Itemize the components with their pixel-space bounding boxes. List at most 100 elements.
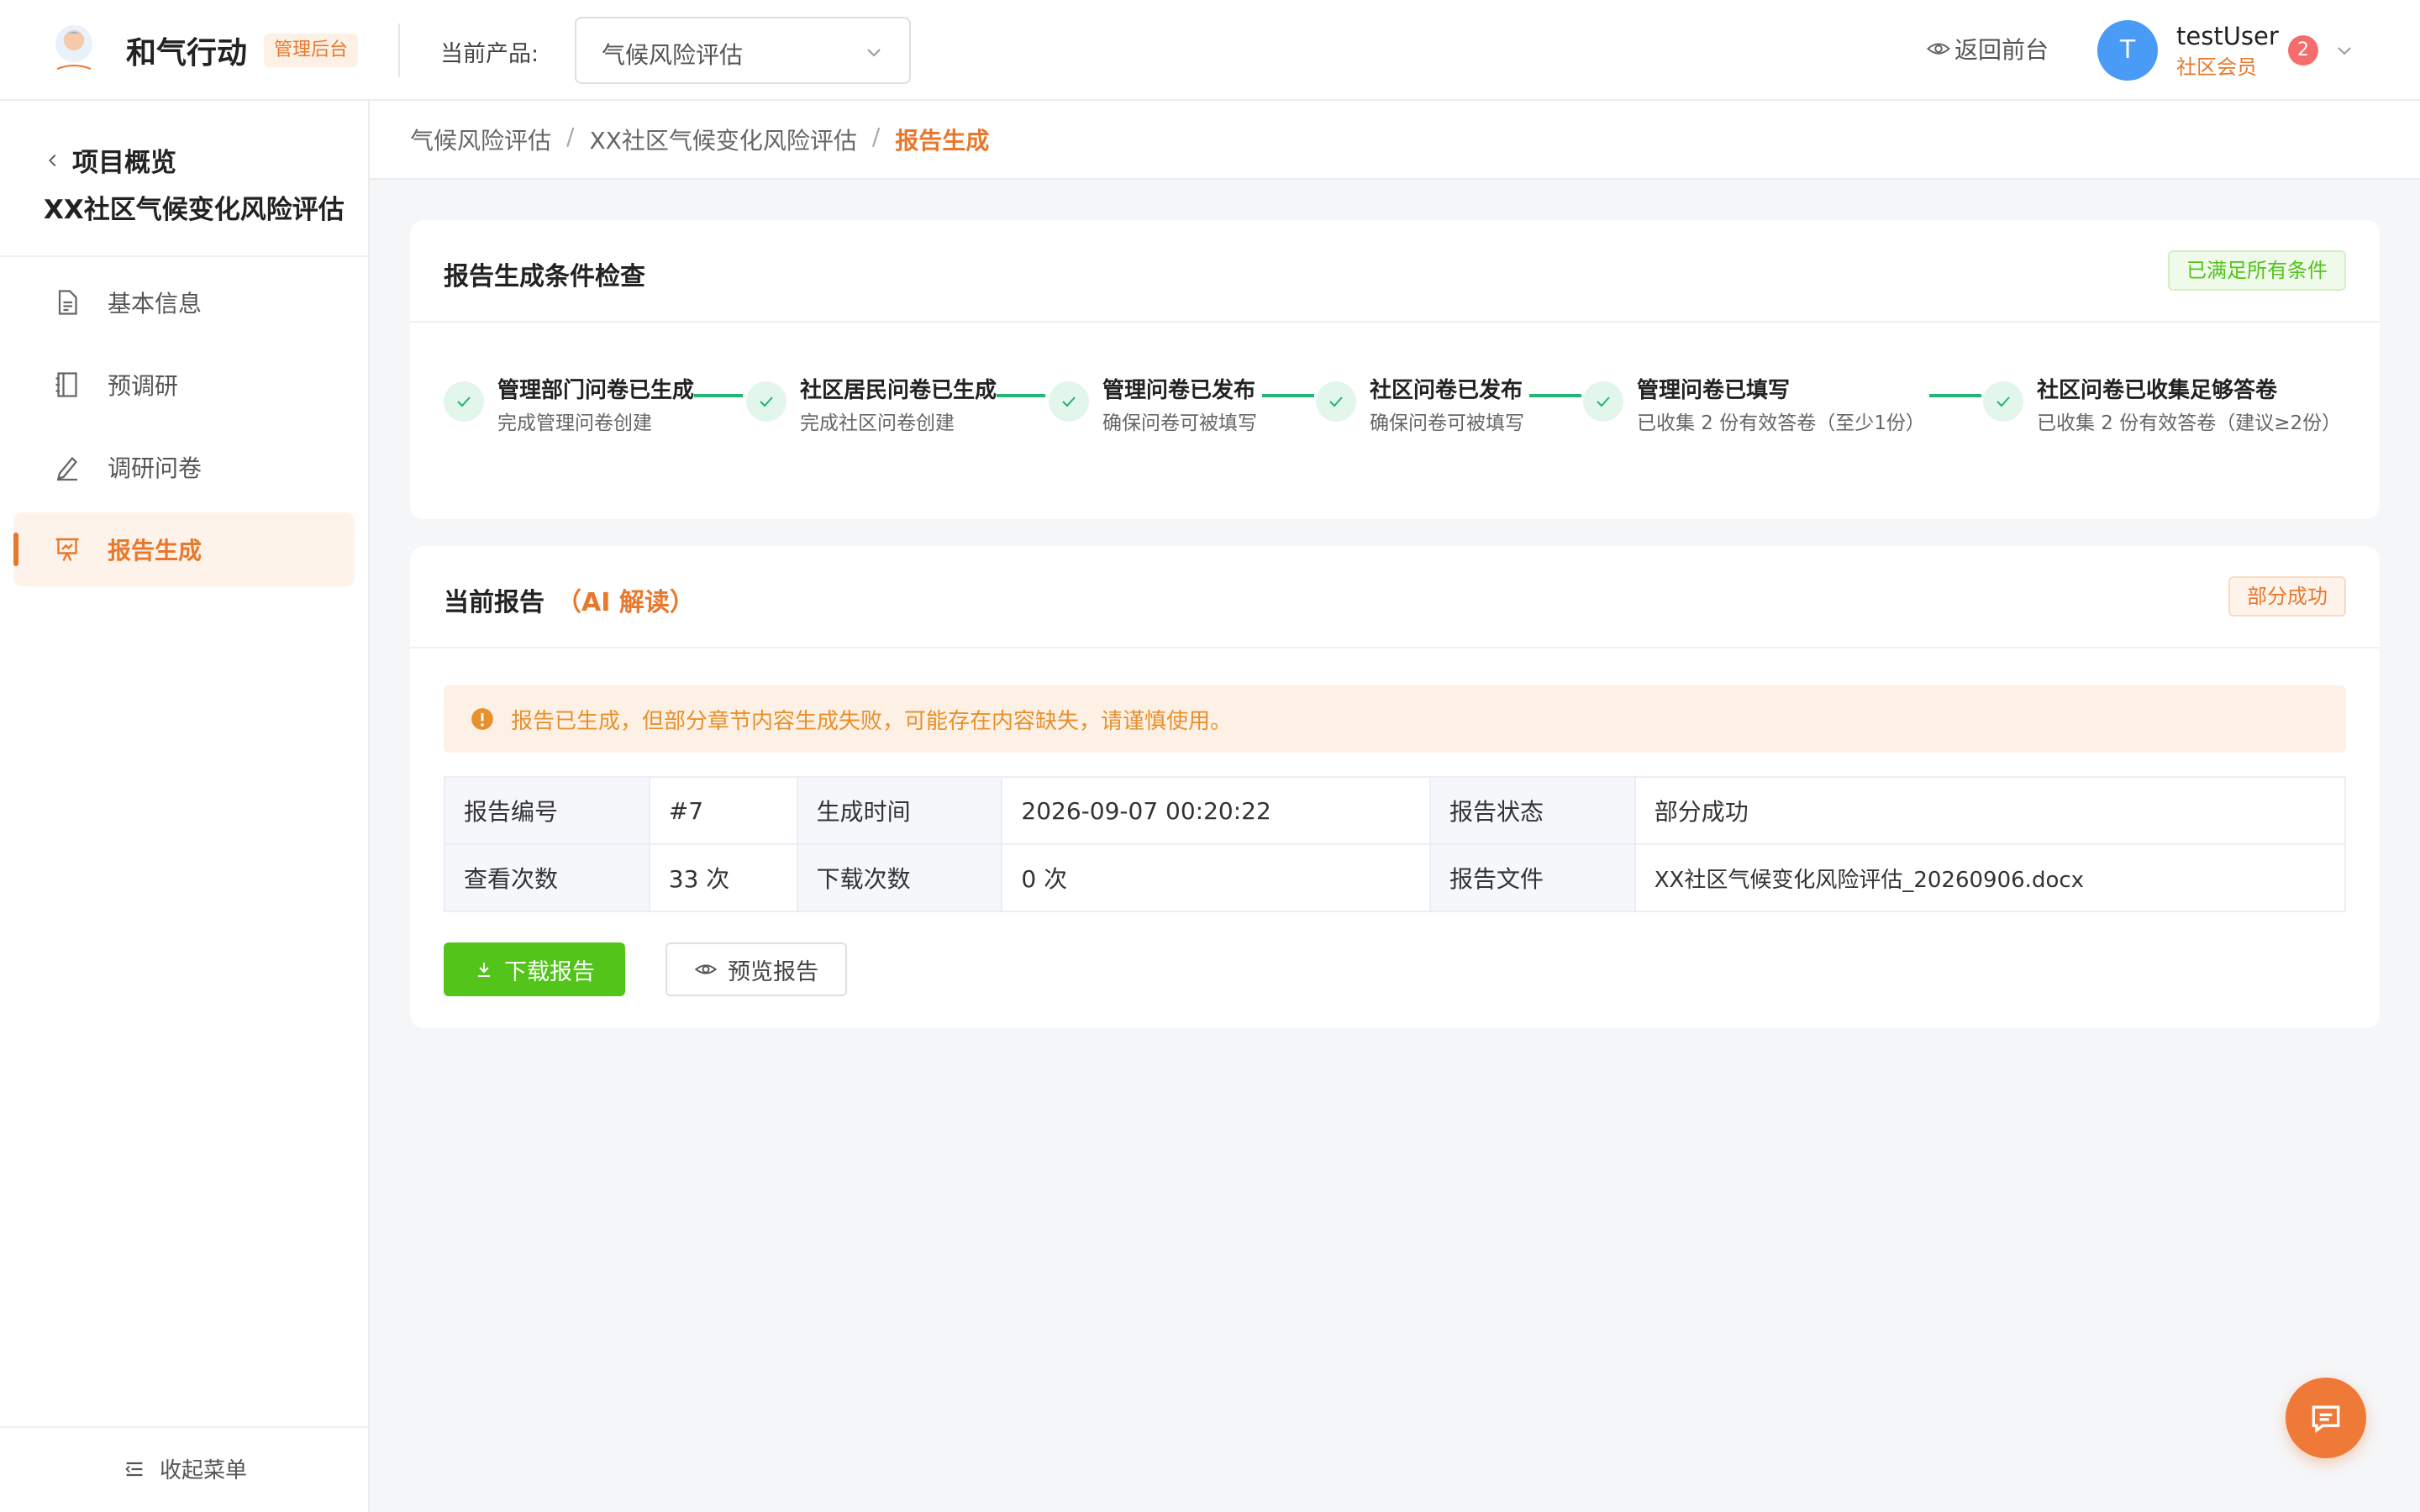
table-value: 2026-09-07 00:20:22 [1001,776,1431,845]
collapse-menu-label: 收起菜单 [160,1458,248,1483]
admin-badge: 管理后台 [264,34,359,67]
check-icon [444,381,484,422]
step-connector [1529,394,1581,397]
card-title: 当前报告 （AI 解读） [444,581,695,618]
table-label: 生成时间 [796,776,1003,845]
step-title: 管理问卷已填写 [1637,378,1791,403]
sidebar-item-label: 报告生成 [108,537,203,564]
back-to-front-link[interactable]: 返回前台 [1926,32,2049,66]
report-file-name: XX社区气候变化风险评估_20260906.docx [1634,843,2347,912]
step-connector [1262,394,1314,397]
header-divider [398,24,400,77]
table-value: 0 次 [1001,843,1431,912]
sidebar-item-label: 预调研 [108,372,179,400]
chat-fab-button[interactable] [2286,1378,2366,1458]
table-row: 报告编号 #7 生成时间 2026-09-07 00:20:22 报告状态 部分… [444,776,2347,845]
status-badge: 部分成功 [2228,576,2346,617]
step-title: 社区居民问卷已生成 [800,378,997,403]
sidebar-item-basic-info[interactable]: 基本信息 [13,265,355,339]
sidebar-item-survey[interactable]: 调研问卷 [13,430,355,504]
ai-label: （AI 解读） [556,588,695,617]
project-name: XX社区气候变化风险评估 [44,195,345,225]
product-label: 当前产品: [440,41,539,67]
step-desc: 完成管理问卷创建 [497,412,652,434]
table-row: 查看次数 33 次 下载次数 0 次 报告文件 XX社区气候变化风险评估_202… [444,843,2347,912]
card-title-text: 当前报告 [444,588,544,617]
menu-fold-icon [125,1462,143,1476]
breadcrumb-separator: / [566,123,575,150]
chevron-left-icon [49,154,56,166]
table-label: 查看次数 [444,843,650,912]
breadcrumb-item[interactable]: 气候风险评估 [410,123,551,156]
alert-text: 报告已生成，但部分章节内容生成失败，可能存在内容缺失，请谨慎使用。 [511,709,1233,734]
download-report-label: 下载报告 [504,958,595,985]
download-icon [478,963,490,977]
notification-badge[interactable]: 2 [2288,35,2318,66]
breadcrumb-bar: 气候风险评估 / XX社区气候变化风险评估 / 报告生成 [370,101,2420,180]
check-icon [1049,381,1089,422]
breadcrumb-current: 报告生成 [895,127,990,155]
product-select-value: 气候风险评估 [602,41,744,69]
edit-icon [56,456,78,481]
project-overview-label: 项目概览 [72,148,176,178]
table-label: 报告状态 [1428,776,1636,845]
report-info-table: 报告编号 #7 生成时间 2026-09-07 00:20:22 报告状态 部分… [444,776,2347,912]
preview-report-button[interactable]: 预览报告 [666,942,847,996]
sidebar-item-label: 基本信息 [108,290,203,318]
card-title: 报告生成条件检查 [444,262,645,291]
table-value: 33 次 [648,843,798,912]
brand-name: 和气行动 [126,36,248,71]
brand-logo[interactable] [50,22,97,76]
sidebar-item-label: 调研问卷 [108,454,203,482]
document-icon [58,290,77,315]
table-value: #7 [648,776,798,845]
step-desc: 确保问卷可被填写 [1102,412,1257,434]
project-overview-link[interactable]: 项目概览 [44,141,176,179]
breadcrumb-separator: / [871,123,881,150]
step-title: 管理部门问卷已生成 [497,378,695,403]
step-connector [997,394,1045,397]
sidebar-item-pre-research[interactable]: 预调研 [13,348,355,422]
step-desc: 确保问卷可被填写 [1370,412,1524,434]
sidebar-divider [0,1426,368,1428]
step-desc: 已收集 2 份有效答卷（至少1份） [1637,412,1925,434]
eye-icon [1927,43,1950,55]
breadcrumb-item[interactable]: XX社区气候变化风险评估 [589,123,856,156]
top-header: 和气行动 管理后台 当前产品: 气候风险评估 返回前台 T testUser 社… [0,0,2420,101]
eye-icon [694,964,718,974]
breadcrumb: 气候风险评估 / XX社区气候变化风险评估 / 报告生成 [410,123,989,156]
step-title: 社区问卷已收集足够答卷 [2037,378,2278,403]
download-report-button[interactable]: 下载报告 [444,942,625,996]
sidebar-divider [0,255,368,257]
warning-icon [471,708,493,730]
chat-icon [2312,1405,2340,1433]
sidebar: 项目概览 XX社区气候变化风险评估 基本信息 预调研 调研问卷 报告生成 收起菜… [0,101,370,1512]
card-header: 报告生成条件检查 已满足所有条件 [410,220,2380,323]
step-desc: 已收集 2 份有效答卷（建议≥2份） [2037,412,2342,434]
status-badge: 已满足所有条件 [2168,250,2346,291]
check-icon [1583,381,1623,422]
check-icon [1983,381,2023,422]
sidebar-item-report[interactable]: 报告生成 [13,512,355,586]
collapse-menu-button[interactable]: 收起菜单 [123,1453,247,1484]
current-report-card: 当前报告 （AI 解读） 部分成功 报告已生成，但部分章节内容生成失败，可能存在内… [410,546,2380,1028]
step-title: 社区问卷已发布 [1370,378,1523,403]
step-connector [1929,394,1981,397]
chevron-down-icon[interactable] [2334,40,2354,60]
preview-report-label: 预览报告 [728,958,818,985]
step-desc: 完成社区问卷创建 [800,412,955,434]
card-header: 当前报告 （AI 解读） 部分成功 [410,546,2380,648]
table-label: 报告文件 [1428,843,1636,912]
step-title: 管理问卷已发布 [1102,378,1256,403]
table-label: 下载次数 [796,843,1003,912]
check-icon [1316,381,1356,422]
avatar[interactable]: T [2097,20,2158,81]
chevron-down-icon [867,49,881,57]
presentation-icon [55,538,79,562]
check-icon [746,381,786,422]
username[interactable]: testUser [2176,22,2279,50]
condition-check-card: 报告生成条件检查 已满足所有条件 管理部门问卷已生成 完成管理问卷创建 社区居民… [410,220,2380,519]
product-select[interactable]: 气候风险评估 [575,17,911,84]
table-label: 报告编号 [444,776,650,845]
warning-alert: 报告已生成，但部分章节内容生成失败，可能存在内容缺失，请谨慎使用。 [444,685,2346,753]
